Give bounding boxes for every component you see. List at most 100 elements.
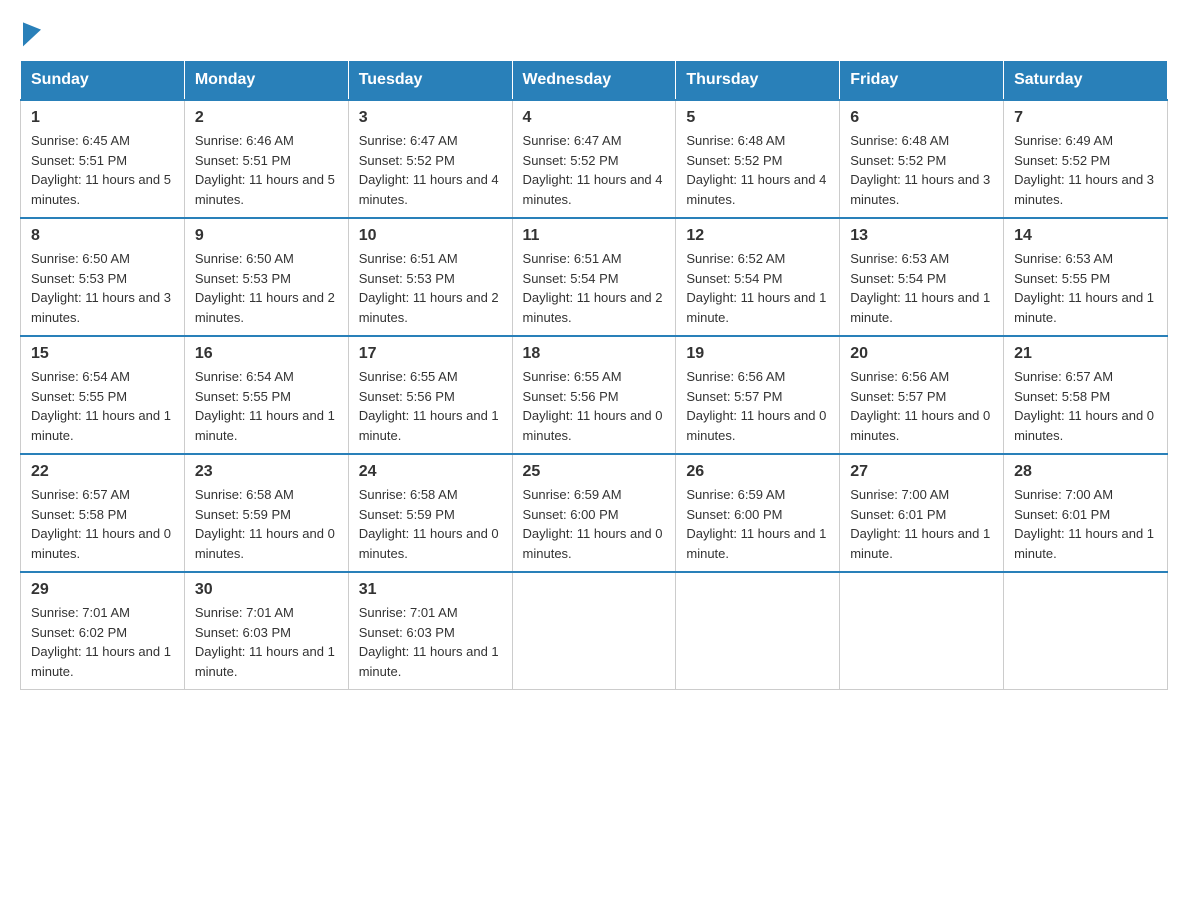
day-of-week-header: Thursday	[676, 61, 840, 101]
day-number: 9	[195, 227, 338, 245]
calendar-cell: 13 Sunrise: 6:53 AM Sunset: 5:54 PM Dayl…	[840, 218, 1004, 336]
day-info: Sunrise: 6:48 AM Sunset: 5:52 PM Dayligh…	[850, 131, 993, 209]
day-number: 25	[523, 463, 666, 481]
calendar-cell: 8 Sunrise: 6:50 AM Sunset: 5:53 PM Dayli…	[21, 218, 185, 336]
calendar-cell	[512, 572, 676, 690]
calendar-week-row: 1 Sunrise: 6:45 AM Sunset: 5:51 PM Dayli…	[21, 100, 1168, 218]
calendar-cell: 26 Sunrise: 6:59 AM Sunset: 6:00 PM Dayl…	[676, 454, 840, 572]
day-of-week-header: Monday	[184, 61, 348, 101]
day-info: Sunrise: 6:57 AM Sunset: 5:58 PM Dayligh…	[1014, 367, 1157, 445]
day-number: 2	[195, 109, 338, 127]
day-info: Sunrise: 6:55 AM Sunset: 5:56 PM Dayligh…	[359, 367, 502, 445]
day-info: Sunrise: 6:52 AM Sunset: 5:54 PM Dayligh…	[686, 249, 829, 327]
day-number: 5	[686, 109, 829, 127]
calendar-cell: 18 Sunrise: 6:55 AM Sunset: 5:56 PM Dayl…	[512, 336, 676, 454]
calendar-cell: 3 Sunrise: 6:47 AM Sunset: 5:52 PM Dayli…	[348, 100, 512, 218]
calendar-cell: 4 Sunrise: 6:47 AM Sunset: 5:52 PM Dayli…	[512, 100, 676, 218]
day-info: Sunrise: 6:53 AM Sunset: 5:54 PM Dayligh…	[850, 249, 993, 327]
day-info: Sunrise: 7:01 AM Sunset: 6:03 PM Dayligh…	[359, 603, 502, 681]
day-info: Sunrise: 7:01 AM Sunset: 6:03 PM Dayligh…	[195, 603, 338, 681]
day-number: 19	[686, 345, 829, 363]
calendar-cell: 2 Sunrise: 6:46 AM Sunset: 5:51 PM Dayli…	[184, 100, 348, 218]
calendar-cell: 16 Sunrise: 6:54 AM Sunset: 5:55 PM Dayl…	[184, 336, 348, 454]
day-info: Sunrise: 6:57 AM Sunset: 5:58 PM Dayligh…	[31, 485, 174, 563]
day-info: Sunrise: 6:49 AM Sunset: 5:52 PM Dayligh…	[1014, 131, 1157, 209]
calendar-cell: 12 Sunrise: 6:52 AM Sunset: 5:54 PM Dayl…	[676, 218, 840, 336]
calendar-cell: 23 Sunrise: 6:58 AM Sunset: 5:59 PM Dayl…	[184, 454, 348, 572]
calendar-cell: 27 Sunrise: 7:00 AM Sunset: 6:01 PM Dayl…	[840, 454, 1004, 572]
day-of-week-header: Friday	[840, 61, 1004, 101]
calendar-cell	[1004, 572, 1168, 690]
calendar-cell: 7 Sunrise: 6:49 AM Sunset: 5:52 PM Dayli…	[1004, 100, 1168, 218]
day-number: 11	[523, 227, 666, 245]
day-number: 31	[359, 581, 502, 599]
day-info: Sunrise: 6:47 AM Sunset: 5:52 PM Dayligh…	[359, 131, 502, 209]
day-info: Sunrise: 6:54 AM Sunset: 5:55 PM Dayligh…	[31, 367, 174, 445]
day-number: 13	[850, 227, 993, 245]
calendar-week-row: 29 Sunrise: 7:01 AM Sunset: 6:02 PM Dayl…	[21, 572, 1168, 690]
day-info: Sunrise: 6:58 AM Sunset: 5:59 PM Dayligh…	[359, 485, 502, 563]
day-number: 29	[31, 581, 174, 599]
calendar-cell: 11 Sunrise: 6:51 AM Sunset: 5:54 PM Dayl…	[512, 218, 676, 336]
calendar-cell: 14 Sunrise: 6:53 AM Sunset: 5:55 PM Dayl…	[1004, 218, 1168, 336]
day-of-week-header: Saturday	[1004, 61, 1168, 101]
day-info: Sunrise: 6:59 AM Sunset: 6:00 PM Dayligh…	[686, 485, 829, 563]
calendar-cell: 1 Sunrise: 6:45 AM Sunset: 5:51 PM Dayli…	[21, 100, 185, 218]
day-number: 4	[523, 109, 666, 127]
day-number: 17	[359, 345, 502, 363]
day-number: 24	[359, 463, 502, 481]
day-number: 7	[1014, 109, 1157, 127]
day-number: 8	[31, 227, 174, 245]
calendar-cell: 6 Sunrise: 6:48 AM Sunset: 5:52 PM Dayli…	[840, 100, 1004, 218]
day-number: 20	[850, 345, 993, 363]
page-header	[20, 20, 1168, 40]
calendar-cell: 15 Sunrise: 6:54 AM Sunset: 5:55 PM Dayl…	[21, 336, 185, 454]
day-number: 22	[31, 463, 174, 481]
logo-arrow-icon	[23, 18, 41, 47]
day-info: Sunrise: 6:54 AM Sunset: 5:55 PM Dayligh…	[195, 367, 338, 445]
calendar-cell: 20 Sunrise: 6:56 AM Sunset: 5:57 PM Dayl…	[840, 336, 1004, 454]
day-number: 6	[850, 109, 993, 127]
days-of-week-row: SundayMondayTuesdayWednesdayThursdayFrid…	[21, 61, 1168, 101]
calendar-cell: 22 Sunrise: 6:57 AM Sunset: 5:58 PM Dayl…	[21, 454, 185, 572]
calendar-week-row: 8 Sunrise: 6:50 AM Sunset: 5:53 PM Dayli…	[21, 218, 1168, 336]
calendar-table: SundayMondayTuesdayWednesdayThursdayFrid…	[20, 60, 1168, 690]
day-info: Sunrise: 6:59 AM Sunset: 6:00 PM Dayligh…	[523, 485, 666, 563]
day-info: Sunrise: 7:00 AM Sunset: 6:01 PM Dayligh…	[1014, 485, 1157, 563]
day-of-week-header: Wednesday	[512, 61, 676, 101]
day-info: Sunrise: 6:46 AM Sunset: 5:51 PM Dayligh…	[195, 131, 338, 209]
day-info: Sunrise: 6:56 AM Sunset: 5:57 PM Dayligh…	[850, 367, 993, 445]
calendar-cell	[676, 572, 840, 690]
day-of-week-header: Tuesday	[348, 61, 512, 101]
calendar-week-row: 22 Sunrise: 6:57 AM Sunset: 5:58 PM Dayl…	[21, 454, 1168, 572]
day-of-week-header: Sunday	[21, 61, 185, 101]
calendar-cell: 19 Sunrise: 6:56 AM Sunset: 5:57 PM Dayl…	[676, 336, 840, 454]
day-number: 10	[359, 227, 502, 245]
day-info: Sunrise: 6:50 AM Sunset: 5:53 PM Dayligh…	[195, 249, 338, 327]
day-info: Sunrise: 6:53 AM Sunset: 5:55 PM Dayligh…	[1014, 249, 1157, 327]
day-number: 14	[1014, 227, 1157, 245]
calendar-cell: 25 Sunrise: 6:59 AM Sunset: 6:00 PM Dayl…	[512, 454, 676, 572]
day-info: Sunrise: 6:50 AM Sunset: 5:53 PM Dayligh…	[31, 249, 174, 327]
day-number: 12	[686, 227, 829, 245]
calendar-cell: 17 Sunrise: 6:55 AM Sunset: 5:56 PM Dayl…	[348, 336, 512, 454]
calendar-cell: 9 Sunrise: 6:50 AM Sunset: 5:53 PM Dayli…	[184, 218, 348, 336]
calendar-body: 1 Sunrise: 6:45 AM Sunset: 5:51 PM Dayli…	[21, 100, 1168, 690]
day-info: Sunrise: 7:00 AM Sunset: 6:01 PM Dayligh…	[850, 485, 993, 563]
day-info: Sunrise: 6:51 AM Sunset: 5:53 PM Dayligh…	[359, 249, 502, 327]
day-number: 28	[1014, 463, 1157, 481]
calendar-cell: 21 Sunrise: 6:57 AM Sunset: 5:58 PM Dayl…	[1004, 336, 1168, 454]
calendar-cell: 30 Sunrise: 7:01 AM Sunset: 6:03 PM Dayl…	[184, 572, 348, 690]
day-info: Sunrise: 6:55 AM Sunset: 5:56 PM Dayligh…	[523, 367, 666, 445]
day-info: Sunrise: 6:47 AM Sunset: 5:52 PM Dayligh…	[523, 131, 666, 209]
calendar-cell: 28 Sunrise: 7:00 AM Sunset: 6:01 PM Dayl…	[1004, 454, 1168, 572]
day-info: Sunrise: 7:01 AM Sunset: 6:02 PM Dayligh…	[31, 603, 174, 681]
day-number: 30	[195, 581, 338, 599]
calendar-cell: 24 Sunrise: 6:58 AM Sunset: 5:59 PM Dayl…	[348, 454, 512, 572]
day-number: 18	[523, 345, 666, 363]
logo	[20, 20, 41, 40]
day-info: Sunrise: 6:48 AM Sunset: 5:52 PM Dayligh…	[686, 131, 829, 209]
calendar-cell	[840, 572, 1004, 690]
calendar-cell: 29 Sunrise: 7:01 AM Sunset: 6:02 PM Dayl…	[21, 572, 185, 690]
calendar-cell: 31 Sunrise: 7:01 AM Sunset: 6:03 PM Dayl…	[348, 572, 512, 690]
